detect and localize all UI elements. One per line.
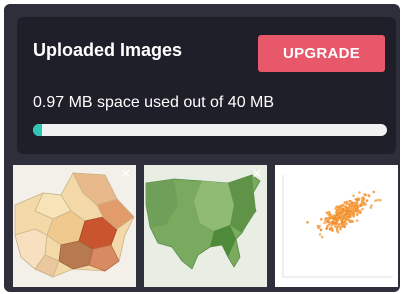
scatter-dot <box>323 221 326 225</box>
scatter-dot <box>343 201 347 204</box>
scatter-dot <box>326 220 329 224</box>
scatter-dot <box>361 207 364 211</box>
scatter-dot <box>355 209 358 212</box>
scatter-dot <box>355 219 359 222</box>
scatter-dot <box>372 190 376 194</box>
scatter-dot <box>352 194 355 198</box>
scatter-dot <box>360 199 364 203</box>
scatter-dot <box>336 231 340 234</box>
scatter-dot <box>319 228 323 232</box>
scatter-dot <box>341 204 344 207</box>
scatter-dot <box>343 218 347 221</box>
scatter-dot <box>341 214 344 217</box>
scatter-dot <box>348 199 351 203</box>
scatter-dot <box>345 216 348 219</box>
uploaded-image-thumbnail[interactable]: ✕ <box>144 165 267 287</box>
scatter-dot <box>352 213 355 217</box>
scatter-dot <box>369 206 373 209</box>
scatter-dot <box>335 227 339 231</box>
scatter-dot <box>358 204 362 207</box>
scatter-dot <box>361 196 365 199</box>
scatter-dot <box>347 218 351 221</box>
scatter-dot <box>341 210 345 214</box>
scatter-dot <box>318 225 321 228</box>
scatter-dot <box>334 207 337 210</box>
scatter-dot <box>331 221 334 225</box>
scatter-plot-thumbnail <box>275 165 398 287</box>
scatter-dot <box>326 224 329 228</box>
scatter-dot <box>347 215 351 219</box>
county-choropleth-map-thumbnail <box>13 165 136 287</box>
scatter-dot <box>324 217 328 220</box>
scatter-dot <box>355 201 359 204</box>
scatter-dot <box>332 218 336 222</box>
storage-progress-fill <box>33 124 42 136</box>
scatter-dot <box>337 210 341 213</box>
storage-usage-text: 0.97 MB space used out of 40 MB <box>33 94 275 111</box>
scatter-dot <box>334 225 337 228</box>
scatter-dot <box>325 211 329 215</box>
scatter-dot <box>336 213 340 216</box>
scatter-dot <box>374 199 377 203</box>
scatter-dot <box>306 221 309 224</box>
scatter-dot <box>320 235 324 239</box>
scatter-dot <box>352 204 356 208</box>
scatter-dot <box>318 233 322 236</box>
scatter-dot <box>335 221 338 224</box>
scatter-dot <box>337 222 341 226</box>
scatter-dot <box>325 227 328 230</box>
scatter-dot <box>349 212 353 216</box>
scatter-dot <box>376 198 380 202</box>
scatter-dot <box>358 191 361 194</box>
scatter-dot <box>331 229 334 232</box>
scatter-dot <box>367 194 370 197</box>
storage-summary-card: Uploaded Images UPGRADE 0.97 MB space us… <box>17 17 396 154</box>
scatter-dot <box>336 225 339 229</box>
scatter-dot <box>363 193 366 196</box>
scatter-dot <box>327 218 330 221</box>
close-icon[interactable]: ✕ <box>120 167 132 180</box>
scatter-dot <box>343 221 346 224</box>
uploaded-image-thumbnail[interactable]: ✕ <box>13 165 136 287</box>
scatter-dot <box>329 228 332 231</box>
scatter-dot <box>320 218 323 221</box>
scatter-dot <box>350 219 353 223</box>
scatter-dot <box>338 216 341 220</box>
scatter-dot <box>356 206 360 209</box>
scatter-dot <box>379 198 382 202</box>
scatter-dot <box>354 197 358 201</box>
scatter-dot <box>347 209 350 213</box>
upgrade-button[interactable]: UPGRADE <box>258 35 385 72</box>
scatter-dot <box>356 212 359 216</box>
us-dot-density-map-thumbnail <box>144 165 267 287</box>
scatter-dot <box>365 199 369 202</box>
scatter-dot <box>339 227 342 231</box>
scatter-dot <box>327 213 331 217</box>
uploaded-image-thumbnail[interactable] <box>275 165 398 287</box>
close-icon[interactable]: ✕ <box>251 167 263 180</box>
panel-title: Uploaded Images <box>33 40 183 60</box>
scatter-dot <box>347 205 351 208</box>
storage-progress-bar <box>33 124 387 136</box>
scatter-dot <box>341 208 345 211</box>
